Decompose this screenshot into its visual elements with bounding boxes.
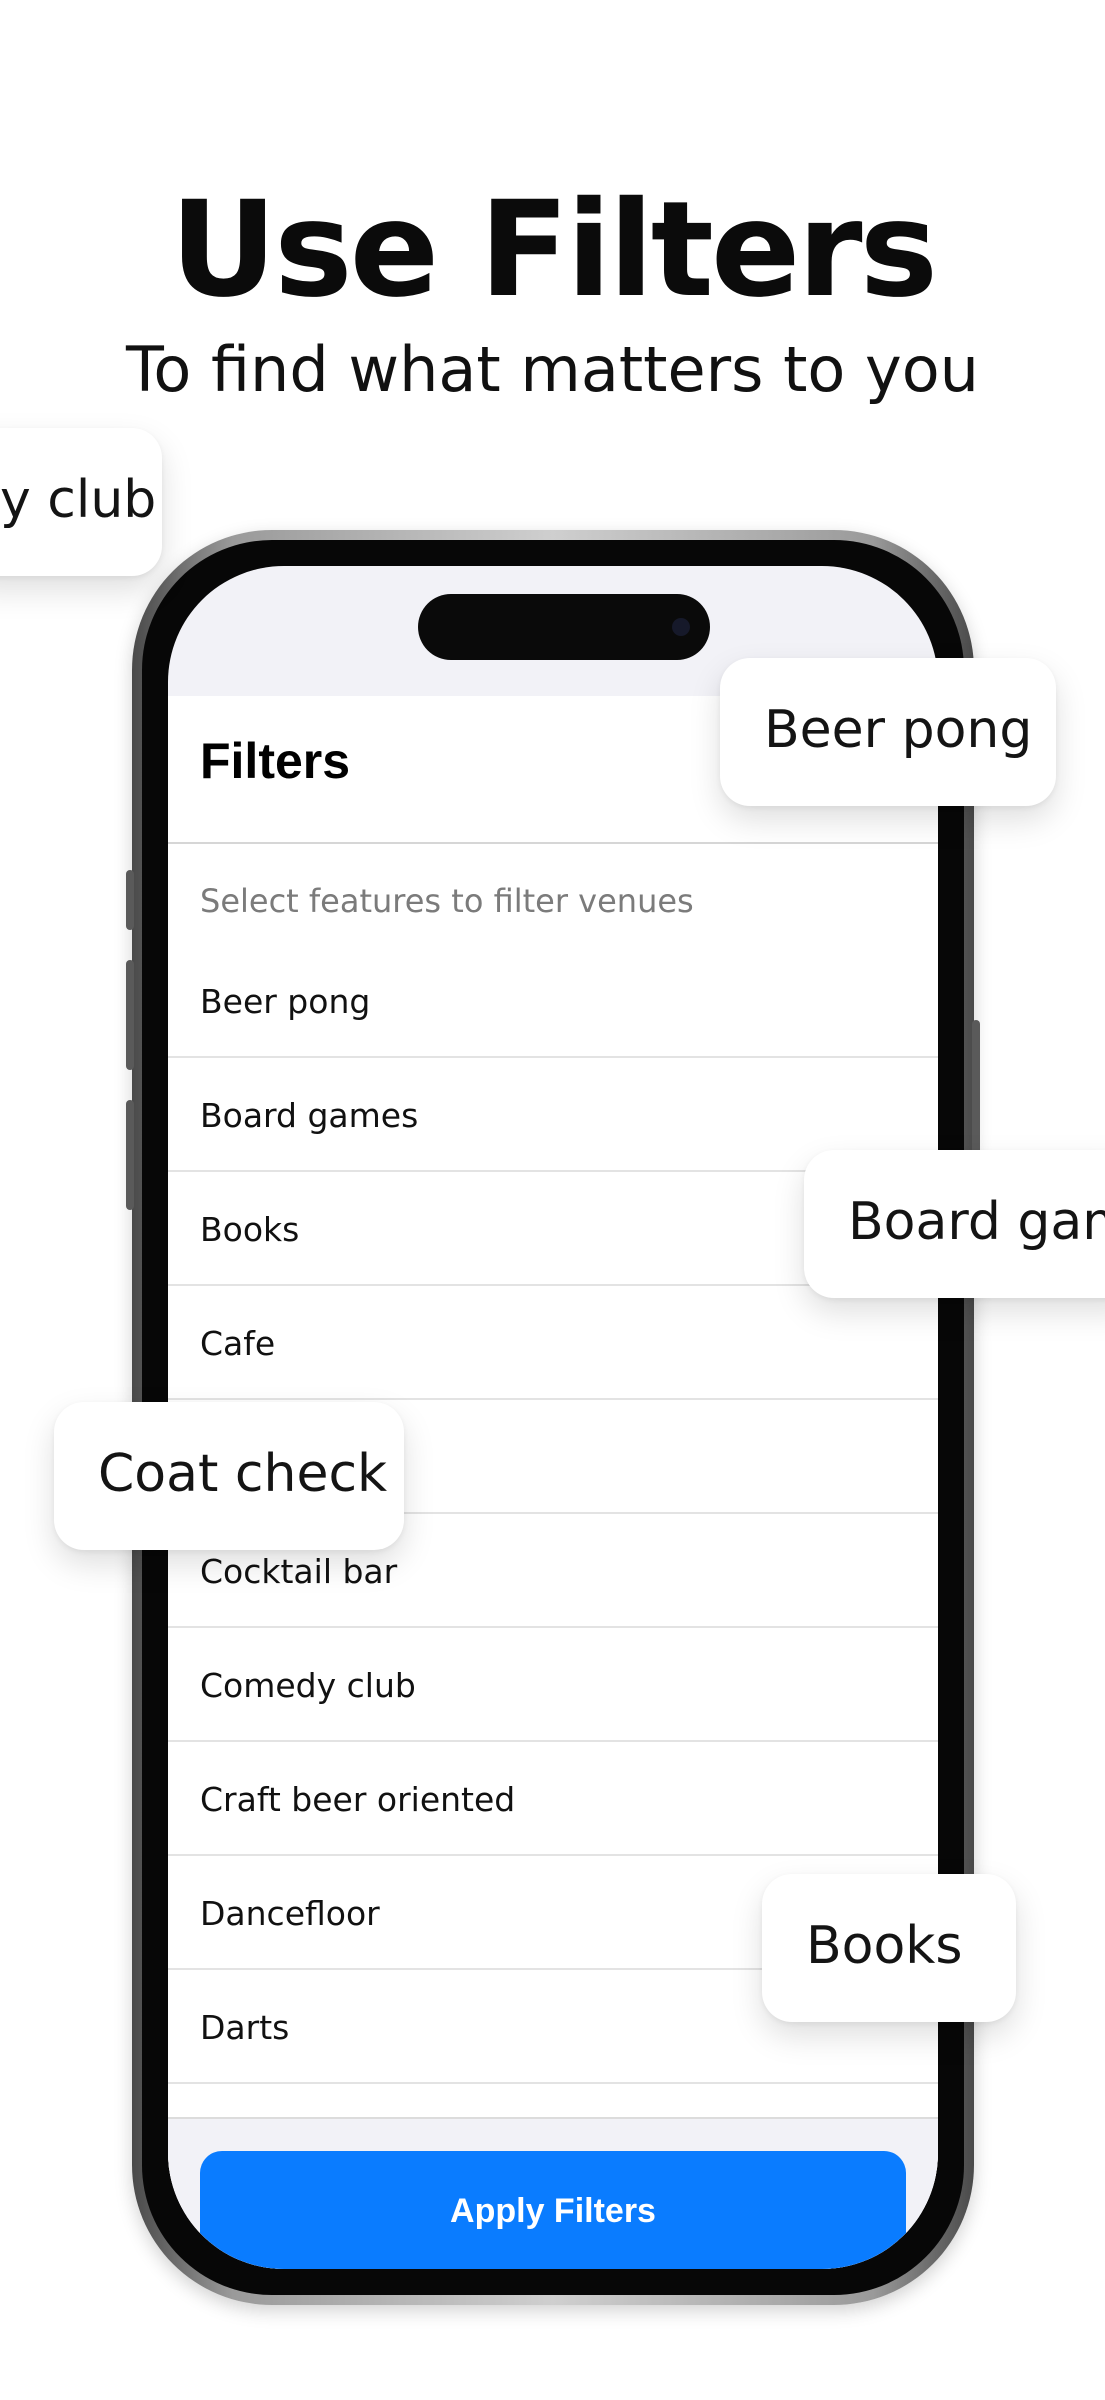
filter-item-label: Craft beer oriented [200,1780,516,1819]
chip-beer-pong: Beer pong [720,658,1056,806]
action-button [126,870,134,930]
chip-comedy-club: y club [0,428,162,576]
sheet-hint: Select features to filter venues [200,882,694,920]
filter-item-comedy-club[interactable]: Comedy club [168,1628,938,1742]
chip-board-games: Board gam [804,1150,1105,1298]
chip-coat-check: Coat check [54,1402,404,1550]
chip-label: Board gam [848,1192,1105,1252]
divider [168,842,938,844]
chip-label: Beer pong [764,700,1033,760]
volume-down-button [126,1100,134,1210]
filter-item-label: Cocktail bar [200,1552,398,1591]
chip-label: Coat check [98,1444,388,1504]
apply-filters-button[interactable]: Apply Filters [200,2151,906,2269]
promo-screen: Use Filters To find what matters to you … [0,0,1105,2400]
filter-item-label: Beer pong [200,982,371,1021]
chip-books: Books [762,1874,1016,2022]
volume-up-button [126,960,134,1070]
camera-icon [672,618,690,636]
filter-item-label: Books [200,1210,300,1249]
headline: Use Filters [169,173,938,327]
filter-item-craft-beer[interactable]: Craft beer oriented [168,1742,938,1856]
sheet-title: Filters [200,733,351,789]
subheadline: To find what matters to you [126,333,979,406]
filter-item-cafe[interactable]: Cafe [168,1286,938,1400]
filter-item-label: Dancefloor [200,1894,380,1933]
filter-item-label: Comedy club [200,1666,416,1705]
chip-label: Books [806,1916,963,1976]
filter-item-label: Darts [200,2008,290,2047]
filter-item-label: Cafe [200,1324,276,1363]
filter-item-label: Board games [200,1096,419,1135]
dynamic-island [418,594,710,660]
filter-item-beer-pong[interactable]: Beer pong [168,944,938,1058]
chip-label: y club [0,470,157,530]
sheet-footer: Apply Filters [168,2117,938,2269]
